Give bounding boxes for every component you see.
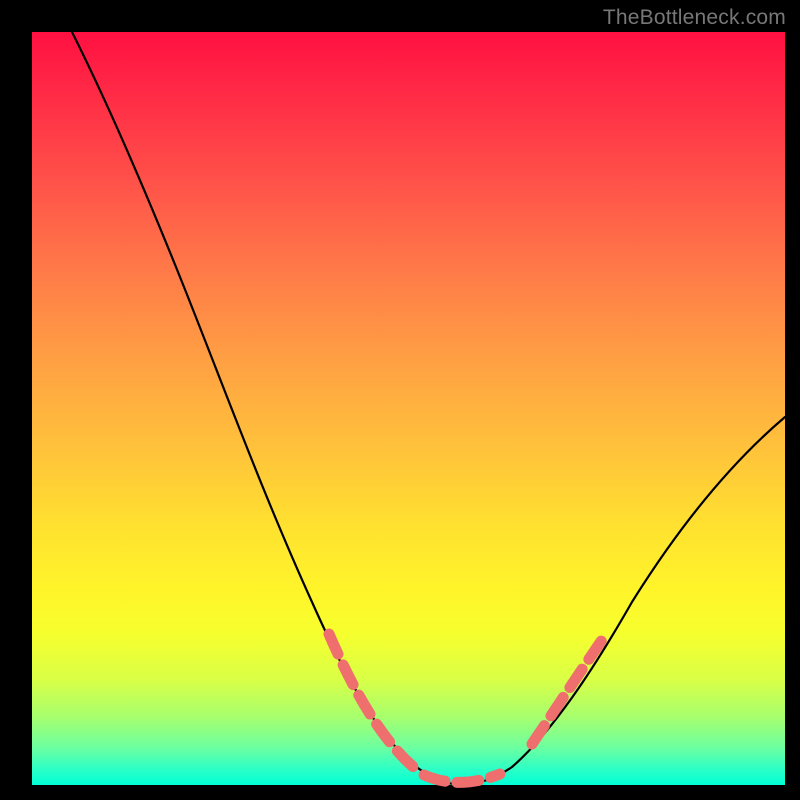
highlight-bottom-segment	[424, 774, 500, 782]
chart-frame: TheBottleneck.com	[0, 0, 800, 800]
highlight-right-segment	[532, 637, 604, 744]
highlight-left-segment	[329, 634, 422, 774]
curve-svg	[32, 32, 785, 785]
bottleneck-curve	[72, 32, 785, 784]
watermark-text: TheBottleneck.com	[603, 6, 786, 30]
plot-area	[32, 32, 785, 785]
